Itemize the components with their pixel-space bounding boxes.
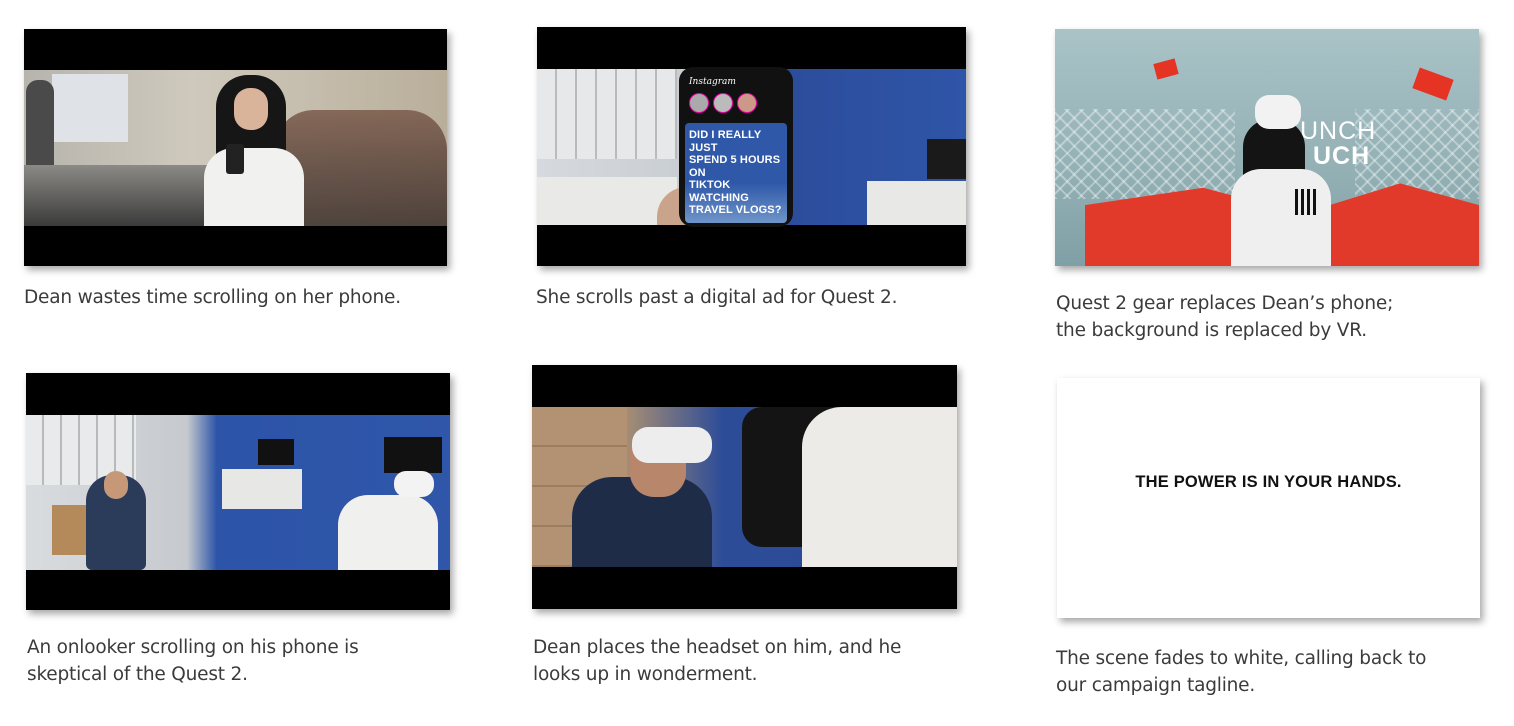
vr-grid-left [1055,109,1235,199]
monitor-right [927,139,966,179]
monitor [384,437,442,473]
frame-4-caption: An onlooker scrolling on his phone is sk… [27,634,359,688]
desk-right [867,181,966,225]
frame-3-caption: Quest 2 gear replaces Dean’s phone; the … [1056,290,1393,344]
headset-placement-scene [532,407,957,567]
desk [222,469,302,509]
vr-headset [632,427,712,463]
vr-headset [1255,95,1301,129]
story-avatar [713,93,733,113]
phone-app-name: Instagram [689,77,736,87]
caption-line: The scene fades to white, calling back t… [1056,648,1427,669]
storyboard-frame-6: THE POWER IS IN YOUR HANDS. [1057,378,1480,618]
story-avatar [689,93,709,113]
caption-line: Dean places the headset on him, and he [533,637,902,658]
caption-line: Dean wastes time scrolling on her phone. [24,287,401,308]
ad-post: DID I REALLY JUST SPEND 5 HOURS ON TIKTO… [685,123,787,223]
frame-6-caption: The scene fades to white, calling back t… [1056,645,1427,699]
post-text-line: SPEND 5 HOURS ON [689,154,781,179]
vr-headset [394,471,434,497]
caption-line: the background is replaced by VR. [1056,320,1367,341]
caption-line: skeptical of the Quest 2. [27,664,248,685]
onlooker-head [104,471,128,499]
qr-pocket [1295,189,1319,215]
post-text-line: TIKTOK WATCHING [689,179,749,204]
woman-shirt [802,407,957,567]
red-shape [1153,58,1179,80]
frame-1-caption: Dean wastes time scrolling on her phone. [24,284,401,311]
stories-row [689,93,785,113]
frame-2-caption: She scrolls past a digital ad for Quest … [536,284,897,311]
red-shape [1412,67,1454,101]
office-onlooker-scene [26,415,450,570]
campaign-tagline: THE POWER IS IN YOUR HANDS. [1135,473,1402,491]
post-text-line: TRAVEL VLOGS? [689,204,782,216]
storyboard-frame-5 [532,365,957,609]
caption-line: She scrolls past a digital ad for Quest … [536,287,898,308]
phone-body: Instagram DID I REALLY JUST SPEND 5 HOUR… [679,67,793,227]
dean-face [234,88,268,130]
woman-vr [338,495,438,570]
vr-scene: UNCH UCH [1055,29,1479,266]
monitor [258,439,294,465]
phone [226,144,244,174]
person-shirt [1231,169,1331,266]
desk-left [537,177,677,225]
story-avatar [737,93,757,113]
desks [24,165,224,226]
storyboard-frame-2: Instagram DID I REALLY JUST SPEND 5 HOUR… [537,27,966,266]
dean-shirt [204,148,304,226]
vr-word-bottom: UCH [1313,142,1371,170]
post-text-line: DID I REALLY JUST [689,129,762,154]
ad-post-text: DID I REALLY JUST SPEND 5 HOURS ON TIKTO… [689,129,787,217]
frame-5-caption: Dean places the headset on him, and he l… [533,634,901,688]
classroom-scene [24,70,447,226]
caption-line: Quest 2 gear replaces Dean’s phone; [1056,293,1394,314]
storyboard-frame-1 [24,29,447,266]
storyboard-frame-4 [26,373,450,610]
caption-line: An onlooker scrolling on his phone is [27,637,359,658]
windows [537,69,677,159]
caption-line: our campaign tagline. [1056,675,1256,696]
caption-line: looks up in wonderment. [533,664,758,685]
storyboard-frame-3: UNCH UCH [1055,29,1479,266]
projector-screen [52,74,128,142]
